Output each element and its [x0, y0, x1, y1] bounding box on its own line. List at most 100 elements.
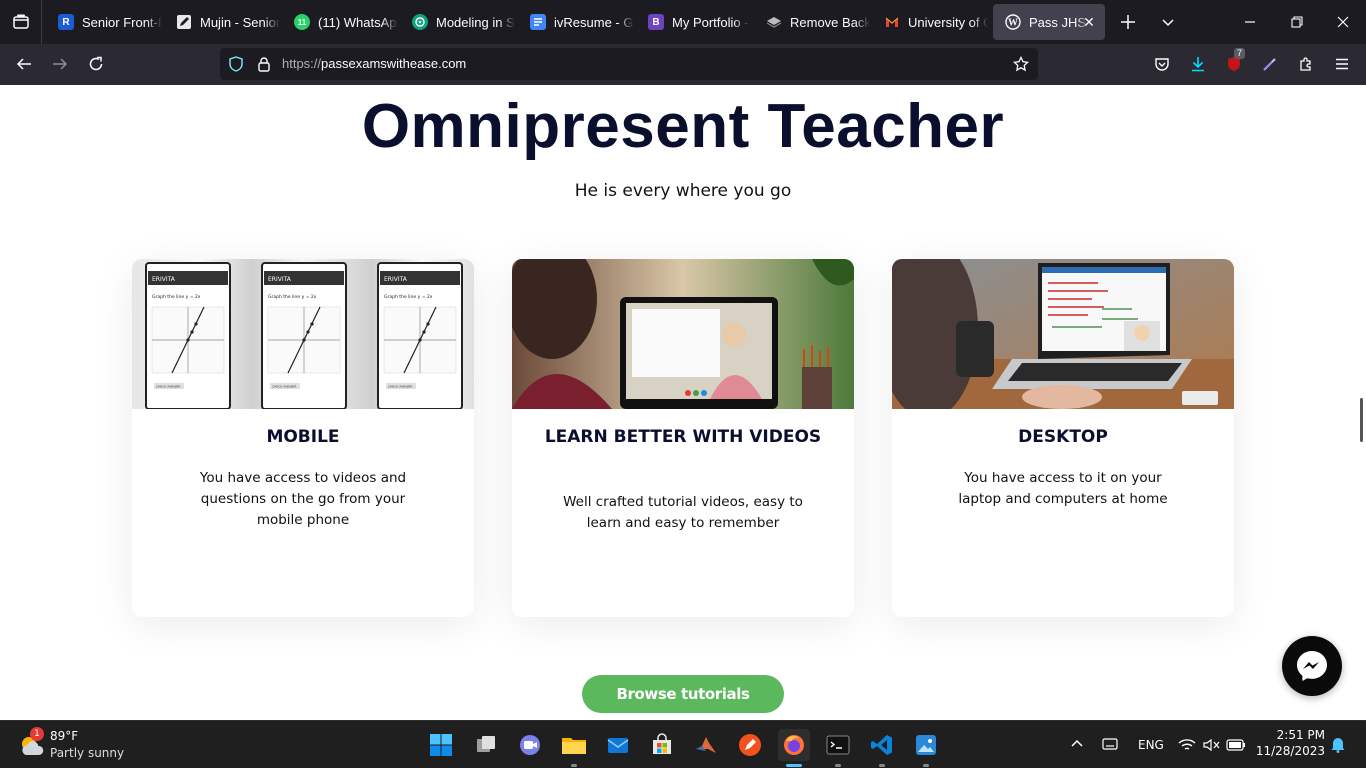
reload-button[interactable]: [84, 52, 108, 76]
matlab-button[interactable]: [690, 729, 722, 761]
tab-list-icon: [12, 14, 29, 29]
whatsapp-icon: 11: [294, 14, 310, 30]
video-call-image: [512, 259, 854, 409]
wordpress-icon: W: [1005, 14, 1021, 30]
google-docs-icon: [530, 14, 546, 30]
phone-mockup: ERIVITA Graph the line y = 2x CHECK ANSW…: [145, 262, 231, 409]
svg-text:Graph the line y = 2x: Graph the line y = 2x: [384, 294, 433, 300]
url-domain: passexamswithease.com: [321, 56, 467, 71]
card-description: You have access to videos and questions …: [199, 470, 407, 528]
minimize-icon: [1245, 21, 1255, 23]
tab-title: University of G: [908, 14, 988, 30]
card-title: LEARN BETTER WITH VIDEOS: [544, 427, 822, 447]
plus-icon: [1121, 15, 1135, 29]
close-window-button[interactable]: [1331, 10, 1355, 34]
pocket-button[interactable]: [1150, 52, 1174, 76]
page-subtitle: He is every where you go: [574, 181, 792, 201]
feature-card-mobile: ERIVITA Graph the line y = 2x CHECK ANSW…: [132, 259, 474, 617]
extension-colorpicker-button[interactable]: [1258, 52, 1282, 76]
chevron-down-icon: [1162, 19, 1174, 27]
close-tab-icon[interactable]: ✕: [1081, 14, 1097, 30]
bookmark-star-icon[interactable]: [1013, 56, 1029, 72]
file-explorer-button[interactable]: [558, 729, 590, 767]
weather-widget[interactable]: 1 89°F Partly sunny: [14, 725, 134, 765]
microsoft-store-button[interactable]: [646, 729, 678, 761]
messenger-chat-button[interactable]: [1282, 636, 1342, 696]
extensions-button[interactable]: [1294, 52, 1318, 76]
chatgpt-icon: [412, 14, 428, 30]
show-hidden-icons-button[interactable]: [1070, 737, 1088, 753]
phone-mockup: ERIVITA Graph the line y = 2x CHECK ANSW…: [261, 262, 347, 409]
tab-title: My Portfolio -: [672, 14, 749, 30]
tab-ivresume[interactable]: ivResume - Go: [518, 4, 634, 40]
pen-nib-icon: [739, 734, 761, 756]
tab-title: Senior Front-End: [82, 14, 162, 30]
tracking-shield-icon[interactable]: [228, 56, 244, 72]
tab-whatsapp[interactable]: 11 (11) WhatsApp: [282, 4, 398, 40]
page-scrollbar-thumb[interactable]: [1360, 398, 1363, 442]
vscode-button[interactable]: [866, 729, 898, 767]
puzzle-piece-icon: [1300, 57, 1311, 71]
messenger-icon: [1297, 651, 1327, 681]
layers-icon: [766, 14, 782, 30]
svg-text:W: W: [1008, 18, 1018, 29]
restore-window-button[interactable]: [1285, 10, 1309, 34]
downloads-button[interactable]: [1186, 52, 1210, 76]
chevron-up-icon: [1071, 739, 1083, 747]
firefox-button[interactable]: [778, 729, 810, 767]
clock[interactable]: 2:51 PM 11/28/2023: [1255, 728, 1325, 764]
browse-tutorials-button[interactable]: Browse tutorials: [582, 675, 784, 713]
feature-card-desktop: DESKTOP You have access to it on your la…: [892, 259, 1234, 617]
extension-badge: 7: [1234, 48, 1246, 59]
mail-icon: [607, 738, 629, 753]
terminal-button[interactable]: [822, 729, 854, 767]
tab-mujin[interactable]: Mujin - Senior: [164, 4, 280, 40]
card-description: You have access to it on your laptop and…: [958, 470, 1168, 507]
hamburger-menu-icon: [1336, 58, 1348, 70]
back-button[interactable]: [12, 52, 36, 76]
new-tab-button[interactable]: [1116, 10, 1140, 34]
svg-text:CHECK ANSWER: CHECK ANSWER: [272, 385, 296, 389]
sketch-app-button[interactable]: [734, 729, 766, 761]
tab-list-button[interactable]: [0, 0, 42, 44]
padlock-icon[interactable]: [256, 56, 272, 72]
photos-button[interactable]: [910, 729, 942, 767]
teams-chat-button[interactable]: [514, 729, 546, 761]
wifi-icon: [1178, 739, 1196, 750]
card-description: Well crafted tutorial videos, easy to le…: [563, 494, 803, 531]
teams-chat-icon: [520, 735, 540, 755]
tab-university[interactable]: University of G: [872, 4, 988, 40]
tab-modeling[interactable]: Modeling in S: [400, 4, 516, 40]
keyboard-tray-button[interactable]: [1102, 737, 1120, 753]
network-volume-battery-group[interactable]: [1178, 735, 1248, 755]
input-language-indicator[interactable]: ENG: [1138, 738, 1164, 752]
url-protocol: https://: [282, 56, 322, 71]
folder-icon: [562, 738, 586, 754]
svg-text:ERIVITA: ERIVITA: [384, 276, 408, 283]
tab-pass-jhs[interactable]: W Pass JHS Ma ✕: [993, 4, 1105, 40]
matlab-icon: [696, 737, 716, 753]
task-view-icon: [477, 736, 495, 752]
url-text[interactable]: https://passexamswithease.com: [282, 56, 466, 71]
reload-icon: [89, 56, 103, 71]
tab-title: (11) WhatsApp: [318, 14, 398, 30]
notifications-button[interactable]: [1330, 735, 1348, 755]
laptop-image: [892, 259, 1234, 409]
mail-button[interactable]: [602, 729, 634, 761]
tab-remove-background[interactable]: Remove Backg: [754, 4, 870, 40]
forward-button[interactable]: [48, 52, 72, 76]
app-menu-button[interactable]: [1330, 52, 1354, 76]
address-bar[interactable]: https://passexamswithease.com: [220, 48, 1038, 80]
task-view-button[interactable]: [470, 729, 502, 761]
tab-portfolio[interactable]: B My Portfolio -: [636, 4, 752, 40]
extension-ublock-button[interactable]: 7: [1222, 48, 1246, 76]
svg-text:Graph the line y = 2x: Graph the line y = 2x: [268, 294, 317, 300]
minimize-window-button[interactable]: [1238, 10, 1262, 34]
speaker-muted-icon: [1203, 738, 1220, 752]
download-icon: [1192, 57, 1204, 72]
svg-text:ERIVITA: ERIVITA: [268, 276, 292, 283]
battery-icon: [1226, 739, 1245, 751]
tab-senior-frontend[interactable]: R Senior Front-End: [46, 4, 162, 40]
list-all-tabs-button[interactable]: [1156, 10, 1180, 34]
start-button[interactable]: [425, 729, 457, 761]
